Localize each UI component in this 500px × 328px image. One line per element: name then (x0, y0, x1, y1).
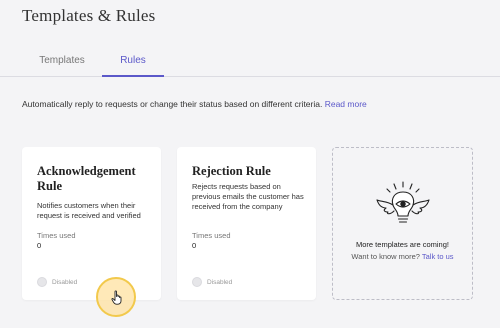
acknowledgement-rule-card[interactable]: Acknowledgement Rule Notifies customers … (22, 147, 161, 300)
times-used-value: 0 (192, 241, 197, 250)
card-description: Notifies customers when their request is… (37, 201, 141, 220)
talk-to-us-link[interactable]: Talk to us (422, 252, 454, 261)
hand-cursor-icon (111, 290, 122, 305)
winged-lightbulb-icon (376, 181, 430, 223)
times-used-label: Times used (192, 231, 231, 240)
description-text: Automatically reply to requests or chang… (22, 99, 323, 109)
times-used-label: Times used (37, 231, 76, 240)
coming-soon-card: More templates are coming! Want to know … (332, 147, 473, 300)
talk-to-us-line: Want to know more? Talk to us (333, 252, 472, 261)
card-title: Acknowledgement Rule (37, 164, 136, 193)
times-used-value: 0 (37, 241, 42, 250)
tab-templates[interactable]: Templates (22, 52, 102, 75)
read-more-link[interactable]: Read more (325, 99, 367, 109)
rules-description: Automatically reply to requests or chang… (22, 99, 367, 109)
rejection-rule-card[interactable]: Rejection Rule Rejects requests based on… (177, 147, 316, 300)
card-title: Rejection Rule (192, 164, 271, 178)
status-toggle[interactable]: Disabled (192, 277, 232, 287)
status-toggle[interactable]: Disabled (37, 277, 77, 287)
know-more-text: Want to know more? (351, 252, 420, 261)
tab-rules[interactable]: Rules (102, 52, 164, 77)
status-label: Disabled (207, 278, 233, 286)
tab-bar: Templates Rules (0, 52, 500, 77)
status-label: Disabled (52, 278, 78, 286)
coming-soon-message: More templates are coming! (356, 240, 449, 249)
card-description: Rejects requests based on previous email… (192, 182, 304, 211)
toggle-radio[interactable] (37, 277, 47, 287)
toggle-radio[interactable] (192, 277, 202, 287)
page-title: Templates & Rules (22, 6, 156, 25)
